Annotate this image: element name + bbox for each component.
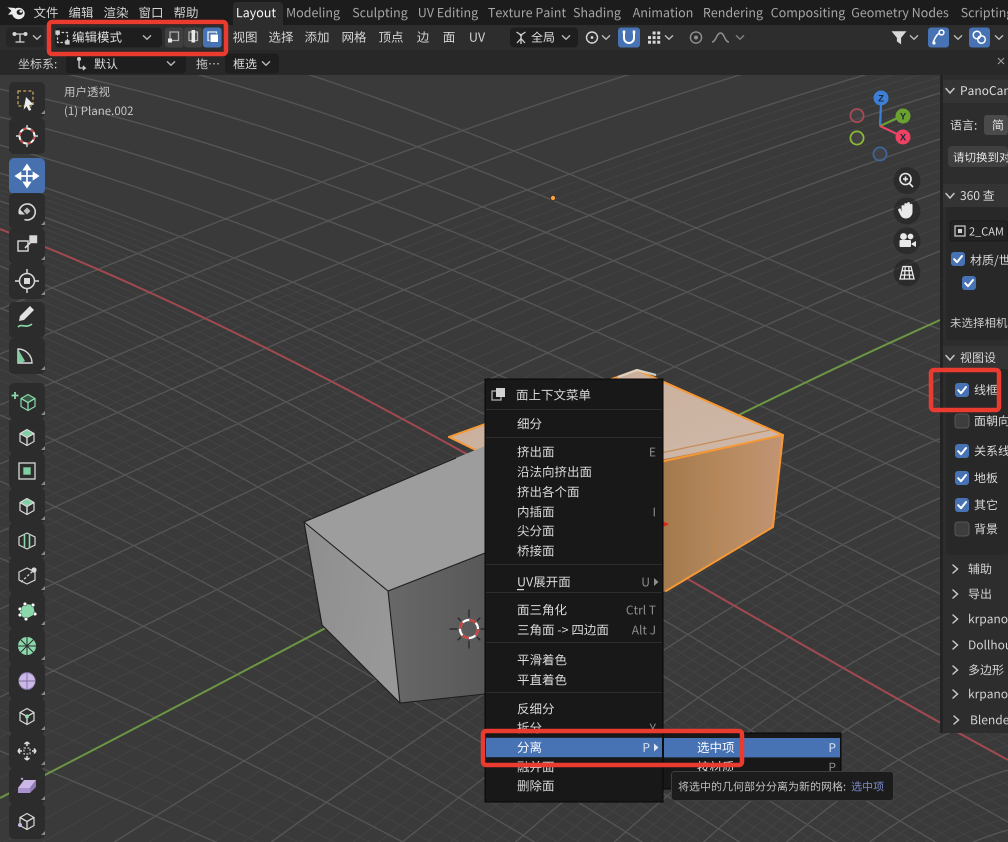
svg-text:Y: Y (900, 111, 907, 122)
svg-text:X: X (900, 132, 907, 143)
svg-text:Z: Z (878, 93, 884, 104)
